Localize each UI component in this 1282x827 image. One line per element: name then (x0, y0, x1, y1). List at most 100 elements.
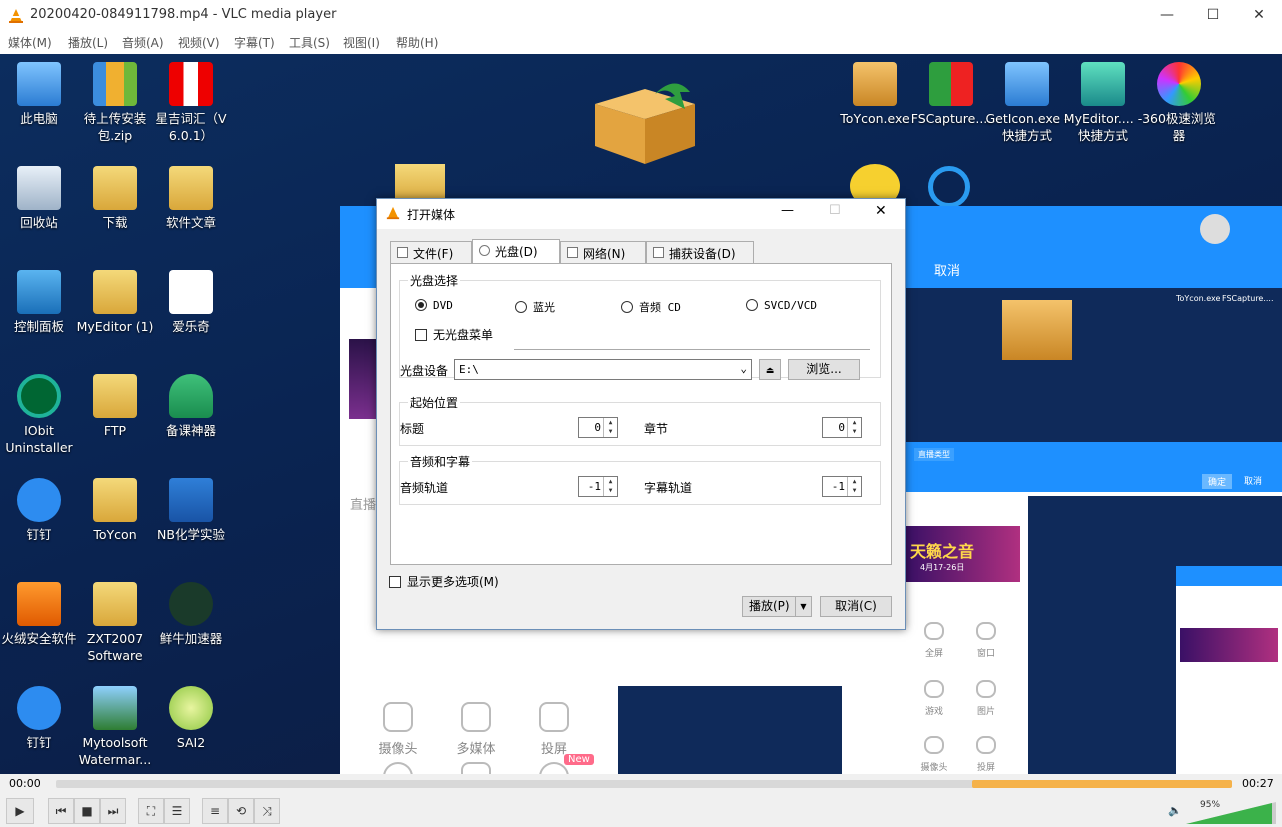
nested-tile-fullscreen: 全屏 (904, 622, 964, 659)
menu-media[interactable]: 媒体(M) (8, 34, 52, 51)
play-button[interactable]: ▶ (6, 798, 34, 824)
desktop-icon-360browser: 360极速浏览器 (1137, 62, 1221, 144)
equalizer-icon: ☰ (171, 804, 183, 818)
nested-tab: 直播类型 (914, 448, 954, 461)
gamepad-icon (924, 680, 944, 698)
folder-icon (93, 478, 137, 522)
open-media-dialog: 打开媒体 — ☐ ✕ 文件(F) 光盘(D) 网络(N) 捕获设备(D) 光盘选… (376, 198, 906, 630)
star-app-icon (169, 270, 213, 314)
audio-track-label: 音频轨道 (400, 481, 449, 495)
next-button[interactable]: ⏭ (100, 798, 126, 824)
dingtalk-icon (17, 478, 61, 522)
folder-icon (93, 270, 137, 314)
shuffle-button[interactable]: ⤨ (254, 798, 280, 824)
desktop-icon-this-pc: 此电脑 (0, 62, 81, 127)
mini-toycon: ToYcon.exe (1176, 294, 1221, 303)
maximize-icon[interactable]: ☐ (1190, 0, 1236, 31)
minimize-icon[interactable]: — (1144, 0, 1190, 31)
disc-panel: 光盘选择 DVD 蓝光 音频 CD SVCD/VCD 无光盘菜单 光盘设备 E:… (390, 263, 892, 565)
desktop-icon-huorong: 火绒安全软件 (0, 582, 81, 647)
menu-view[interactable]: 视图(I) (343, 34, 380, 51)
previous-button[interactable]: ⏮ (48, 798, 74, 824)
desktop-icon-dingtalk: 钉钉 (0, 478, 81, 543)
nested-cancel: 取消 (1244, 477, 1263, 487)
menu-subtitle[interactable]: 字幕(T) (234, 34, 275, 51)
bg-banner-thumb (349, 339, 379, 419)
menu-audio[interactable]: 音频(A) (122, 34, 164, 51)
speaker-icon[interactable]: 🔈 (1168, 804, 1182, 817)
loop-icon: ⟲ (235, 804, 247, 818)
menu-tools[interactable]: 工具(S) (289, 34, 330, 51)
vlc-cone-icon (9, 9, 23, 23)
play-dropdown-button[interactable]: 播放(P) ▼ (742, 596, 812, 617)
cloud-app-icon (169, 374, 213, 418)
subtitle-track-label: 字幕轨道 (644, 481, 693, 495)
desktop-icon-xianniu: 鲜牛加速器 (149, 582, 233, 647)
skip-forward-icon: ⏭ (107, 804, 119, 818)
browser-360-icon (1157, 62, 1201, 106)
chemistry-icon (169, 478, 213, 522)
close-icon[interactable]: ✕ (1236, 0, 1282, 31)
nested-app-thumb (1176, 566, 1282, 774)
lime-icon (169, 686, 213, 730)
bg-live-label: 直播 (350, 498, 377, 513)
radio-dvd[interactable]: DVD (415, 299, 453, 312)
playlist-button[interactable]: ≡ (202, 798, 228, 824)
desktop-icon-zxt2007: ZXT2007 Software (73, 582, 157, 664)
stop-icon: ■ (81, 804, 93, 818)
audio-track-spinbox[interactable]: -1 ▲ ▼ (578, 476, 618, 497)
shuffle-icon: ⤨ (262, 804, 272, 818)
fullscreen-button[interactable]: ⛶ (138, 798, 164, 824)
disc-selection-label: 光盘选择 (408, 272, 461, 289)
tab-disc[interactable]: 光盘(D) (472, 239, 560, 264)
desktop-icon-control-panel: 控制面板 (0, 270, 81, 335)
browse-button[interactable]: 浏览... (788, 359, 860, 380)
desktop-icon-mytoolsoft: Mytoolsoft Watermar... (73, 686, 157, 768)
cancel-button[interactable]: 取消(C) (820, 596, 892, 617)
menu-bar: 媒体(M) 播放(L) 音频(A) 视频(V) 字幕(T) 工具(S) 视图(I… (0, 31, 1282, 54)
tab-capture[interactable]: 捕获设备(D) (646, 241, 754, 263)
menu-video[interactable]: 视频(V) (178, 34, 220, 51)
stop-button[interactable]: ■ (74, 798, 100, 824)
phone-icon (539, 702, 569, 732)
desktop-icon-myeditor: MyEditor (1) (73, 270, 157, 335)
radio-bluray[interactable]: 蓝光 (515, 299, 555, 315)
menu-playback[interactable]: 播放(L) (68, 34, 108, 51)
spin-arrows-icon: ▲ ▼ (847, 477, 861, 496)
no-disc-menu-checkbox[interactable]: 无光盘菜单 (415, 326, 493, 343)
desktop-icon-myeditor-exe: MyEditor.... - 快捷方式 (1061, 62, 1145, 144)
bg-tile-multimedia: 多媒体 (446, 702, 506, 757)
new-badge: New (564, 754, 594, 765)
desktop-icon-beike: 备课神器 (149, 374, 233, 439)
dialog-titlebar: 打开媒体 — ☐ ✕ (377, 199, 905, 229)
radio-svcd-vcd[interactable]: SVCD/VCD (746, 299, 817, 312)
accelerator-icon (169, 582, 213, 626)
chapter-spinbox[interactable]: 0 ▲ ▼ (822, 417, 862, 438)
image-icon (976, 680, 996, 698)
menu-help[interactable]: 帮助(H) (396, 34, 438, 51)
radio-audio-cd[interactable]: 音频 CD (621, 299, 681, 315)
desktop-icon-fscapture: FSCapture.... (909, 62, 993, 127)
subtitle-track-spinbox[interactable]: -1 ▲ ▼ (822, 476, 862, 497)
ie-icon (928, 166, 970, 208)
total-time: 00:27 (1242, 777, 1274, 790)
extended-settings-button[interactable]: ☰ (164, 798, 190, 824)
tab-file[interactable]: 文件(F) (390, 241, 472, 263)
desktop-icon-zip: 待上传安装包.zip (73, 62, 157, 144)
disc-device-select[interactable]: E:\ ⌄ (454, 359, 752, 380)
nested-header: 直播类型 确定 取消 (906, 442, 1282, 492)
package-box-icon (1002, 300, 1072, 360)
desktop-icon-articles: 软件文章 (149, 166, 233, 231)
loop-button[interactable]: ⟲ (228, 798, 254, 824)
title-spinbox[interactable]: 0 ▲ ▼ (578, 417, 618, 438)
nested-tile-image: 图片 (956, 680, 1016, 717)
seek-slider[interactable] (56, 780, 1232, 788)
box-icon (853, 62, 897, 106)
capture-device-icon (653, 247, 664, 258)
dialog-close-icon[interactable]: ✕ (875, 203, 887, 219)
tab-network[interactable]: 网络(N) (560, 241, 646, 263)
eject-button[interactable]: ⏏ (759, 359, 781, 380)
divider (514, 349, 870, 350)
more-options-checkbox[interactable]: 显示更多选项(M) (389, 573, 499, 590)
dialog-minimize-icon[interactable]: — (781, 203, 794, 218)
